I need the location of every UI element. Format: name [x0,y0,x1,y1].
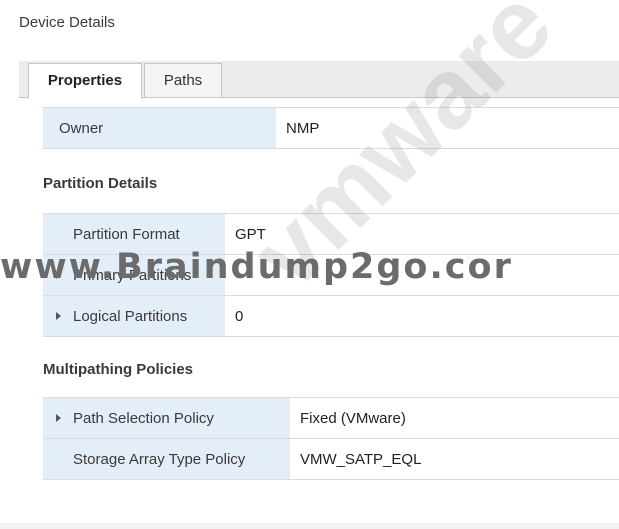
logical-partitions-value: 0 [225,296,619,336]
storage-array-type-policy-label: Storage Array Type Policy [43,439,290,479]
tab-properties[interactable]: Properties [28,63,142,99]
braindump-watermark-text: www.Braindump2go.cor [0,247,513,287]
expand-arrow-icon[interactable] [56,414,61,422]
expand-arrow-icon[interactable] [56,312,61,320]
path-selection-policy-value: Fixed (VMware) [290,398,619,438]
partition-details-title: Partition Details [43,175,158,192]
tab-paths[interactable]: Paths [144,63,222,97]
multipathing-policies-title: Multipathing Policies [43,361,194,378]
multipathing-grid: Path Selection Policy Fixed (VMware) Sto… [43,397,619,480]
property-row-logical-partitions[interactable]: Logical Partitions 0 [43,296,619,337]
property-row-path-selection-policy[interactable]: Path Selection Policy Fixed (VMware) [43,398,619,439]
page-title: Device Details [19,14,115,31]
bottom-divider [0,523,619,529]
owner-label: Owner [43,108,276,148]
property-row-storage-array-type-policy: Storage Array Type Policy VMW_SATP_EQL [43,439,619,480]
path-selection-policy-text: Path Selection Policy [73,409,214,427]
logical-partitions-label[interactable]: Logical Partitions [43,296,225,336]
storage-array-type-policy-value: VMW_SATP_EQL [290,439,619,479]
path-selection-policy-label[interactable]: Path Selection Policy [43,398,290,438]
logical-partitions-text: Logical Partitions [73,307,188,325]
